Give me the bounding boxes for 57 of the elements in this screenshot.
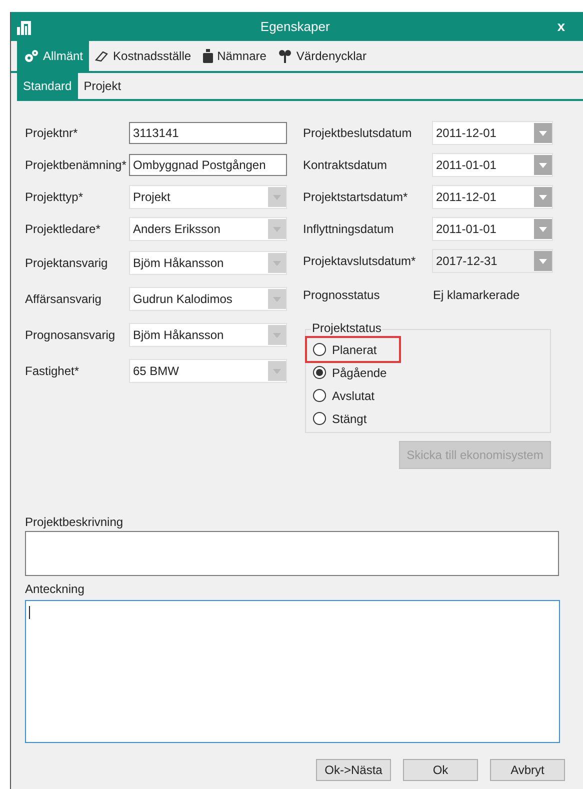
field-label: Fastighet* xyxy=(25,363,80,380)
text-field[interactable]: Ombyggnad Postgången xyxy=(129,154,287,176)
status-value: Ej klamarkerade xyxy=(433,287,520,304)
text-cursor xyxy=(29,606,30,619)
field-label: Projektansvarig xyxy=(25,255,109,272)
field-label: Projektbenämning* xyxy=(25,157,128,174)
dropdown-field[interactable]: Gudrun Kalodimos xyxy=(129,287,287,311)
dialog-button[interactable]: Avbryt xyxy=(490,759,565,781)
field-label: Kontraktsdatum xyxy=(303,157,388,174)
radio-button[interactable] xyxy=(313,343,326,356)
field-label: Prognosstatus xyxy=(303,287,381,304)
radio-label[interactable]: Pågående xyxy=(332,364,387,382)
close-button[interactable]: x xyxy=(557,16,577,37)
radio-button[interactable] xyxy=(313,366,326,379)
dropdown-field[interactable]: Projekt xyxy=(129,185,287,209)
tab[interactable]: Värdenycklar xyxy=(272,41,372,71)
radio-label[interactable]: Avslutat xyxy=(332,386,374,404)
tab[interactable]: Kostnadsställe xyxy=(89,41,198,71)
dialog-button[interactable]: Ok xyxy=(403,759,478,781)
field-label: Projektnr* xyxy=(25,125,79,142)
radio-button[interactable] xyxy=(313,389,326,402)
field-label: Projekttyp* xyxy=(25,189,84,206)
field-label: Projektavslutsdatum* xyxy=(303,253,417,270)
weight-icon xyxy=(203,49,214,63)
field-label: Projektbeskrivning xyxy=(25,515,124,529)
gears-icon xyxy=(23,49,39,63)
dropdown-field[interactable]: Bjöm Håkansson xyxy=(129,251,287,275)
tab[interactable]: Nämnare xyxy=(197,41,272,71)
field-label: Projektstartsdatum* xyxy=(303,189,409,206)
group-title: Projektstatus xyxy=(311,321,382,335)
key-icon xyxy=(278,49,292,63)
description-field[interactable] xyxy=(25,531,559,576)
note-field[interactable] xyxy=(25,600,560,743)
dialog-button[interactable]: Ok->Nästa xyxy=(316,759,391,781)
subtab[interactable]: Projekt xyxy=(78,73,128,99)
field-label: Prognosansvarig xyxy=(25,327,116,344)
field-label: Projektledare* xyxy=(25,221,102,238)
date-field[interactable]: 2011-01-01 xyxy=(432,217,553,241)
date-field[interactable]: 2011-12-01 xyxy=(432,185,553,209)
field-label: Affärsansvarig xyxy=(25,291,102,308)
subtab[interactable]: Standard xyxy=(17,73,78,99)
date-field[interactable]: 2011-12-01 xyxy=(432,121,553,145)
eraser-icon xyxy=(95,50,110,62)
dropdown-field[interactable]: Bjöm Håkansson xyxy=(129,323,287,347)
app-logo-icon xyxy=(17,18,33,34)
window-title: Egenskaper xyxy=(259,18,331,36)
field-label: Projektbeslutsdatum xyxy=(303,125,413,142)
field-label: Inflyttningsdatum xyxy=(303,221,395,238)
dropdown-field[interactable]: Anders Eriksson xyxy=(129,217,287,241)
radio-button[interactable] xyxy=(313,412,326,425)
dropdown-field[interactable]: 65 BMW xyxy=(129,359,287,383)
radio-label[interactable]: Stängt xyxy=(332,410,367,428)
field-label: Anteckning xyxy=(25,582,86,596)
radio-label[interactable]: Planerat xyxy=(332,340,377,358)
date-field[interactable]: 2011-01-01 xyxy=(432,153,553,177)
tab[interactable]: Allmänt xyxy=(17,41,90,71)
text-field[interactable]: 3113141 xyxy=(129,122,287,144)
